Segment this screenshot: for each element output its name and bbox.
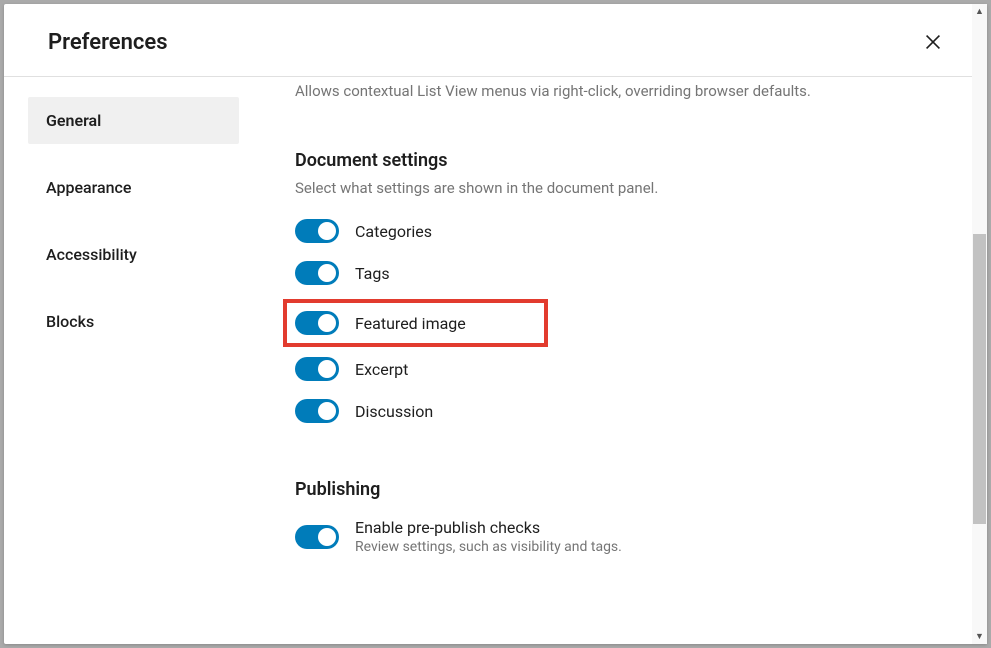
toggle-knob: [318, 360, 336, 378]
toggle-prepublish[interactable]: [295, 525, 339, 549]
scrollbar[interactable]: ▲ ▼: [972, 77, 987, 644]
toggle-row-categories: Categories: [295, 219, 927, 243]
toggle-label-tags: Tags: [355, 264, 390, 283]
toggle-featured-image[interactable]: [295, 311, 339, 335]
toggle-sub-prepublish: Review settings, such as visibility and …: [355, 539, 622, 555]
sidebar-item-accessibility[interactable]: Accessibility: [28, 231, 239, 278]
toggle-row-discussion: Discussion: [295, 399, 927, 423]
sidebar: General Appearance Accessibility Blocks: [4, 77, 239, 644]
toggle-label-discussion: Discussion: [355, 402, 433, 421]
scroll-down-arrow[interactable]: ▼: [972, 629, 987, 644]
document-settings-desc: Select what settings are shown in the do…: [295, 179, 927, 197]
scroll-thumb[interactable]: [973, 234, 986, 524]
toggle-tags[interactable]: [295, 261, 339, 285]
toggle-categories[interactable]: [295, 219, 339, 243]
toggle-knob: [318, 222, 336, 240]
toggle-row-excerpt: Excerpt: [295, 357, 927, 381]
toggle-label-prepublish: Enable pre-publish checks: [355, 518, 622, 537]
sidebar-item-appearance[interactable]: Appearance: [28, 164, 239, 211]
toggle-label-featured-image: Featured image: [355, 314, 466, 333]
toggle-row-featured-image: Featured image: [283, 299, 548, 347]
close-button[interactable]: [915, 24, 951, 60]
section-publishing: Publishing Enable pre-publish checks Rev…: [295, 479, 927, 555]
document-settings-title: Document settings: [295, 150, 927, 171]
sidebar-item-blocks[interactable]: Blocks: [28, 298, 239, 345]
toggle-text-col: Enable pre-publish checks Review setting…: [355, 518, 622, 555]
content-panel: Allows contextual List View menus via ri…: [239, 77, 987, 644]
toggle-row-prepublish: Enable pre-publish checks Review setting…: [295, 518, 927, 555]
previous-setting-hint: Allows contextual List View menus via ri…: [295, 81, 927, 102]
toggle-knob: [318, 314, 336, 332]
toggle-label-categories: Categories: [355, 222, 432, 241]
modal-title: Preferences: [48, 30, 168, 55]
toggle-knob: [318, 402, 336, 420]
toggle-knob: [318, 528, 336, 546]
toggle-discussion[interactable]: [295, 399, 339, 423]
publishing-title: Publishing: [295, 479, 927, 500]
toggle-knob: [318, 264, 336, 282]
toggle-label-excerpt: Excerpt: [355, 360, 408, 379]
section-document-settings: Document settings Select what settings a…: [295, 150, 927, 423]
modal-body: General Appearance Accessibility Blocks …: [4, 77, 987, 644]
sidebar-item-general[interactable]: General: [28, 97, 239, 144]
modal-header: Preferences: [4, 4, 987, 77]
close-icon: [922, 31, 944, 53]
preferences-modal: Preferences General Appearance Accessibi…: [4, 4, 987, 644]
toggle-excerpt[interactable]: [295, 357, 339, 381]
toggle-row-tags: Tags: [295, 261, 927, 285]
